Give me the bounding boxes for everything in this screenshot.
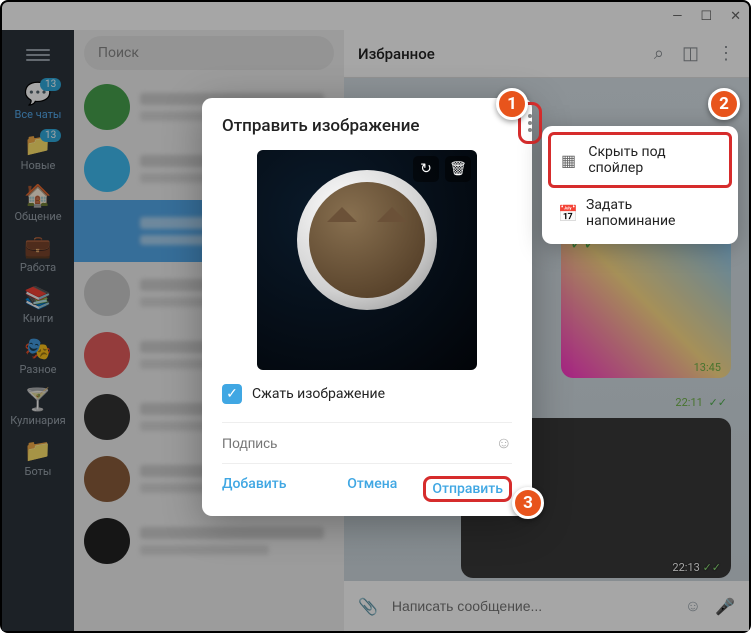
image-preview[interactable]: ↻ 🗑 xyxy=(257,150,477,370)
emoji-icon[interactable]: ☺ xyxy=(496,433,512,453)
checkbox-checked-icon[interactable]: ✓ xyxy=(222,384,242,404)
send-image-modal: Отправить изображение ↻ 🗑 ✓ Сжать изобра… xyxy=(202,98,532,516)
send-button[interactable]: Отправить xyxy=(423,476,512,502)
vertical-dots-icon xyxy=(528,114,532,132)
caption-input[interactable] xyxy=(222,435,496,451)
rotate-icon[interactable]: ↻ xyxy=(413,156,439,182)
cat-astronaut-image xyxy=(292,170,442,350)
delete-icon[interactable]: 🗑 xyxy=(445,156,471,182)
callout-3: 3 xyxy=(512,487,544,519)
add-button[interactable]: Добавить xyxy=(222,476,286,502)
compress-checkbox-row[interactable]: ✓ Сжать изображение xyxy=(222,384,512,404)
calendar-icon: 📅 xyxy=(558,204,576,223)
menu-item-spoiler[interactable]: ▦ Скрыть под спойлер xyxy=(548,132,732,188)
cancel-button[interactable]: Отмена xyxy=(347,476,397,502)
callout-1: 1 xyxy=(496,88,528,120)
callout-2: 2 xyxy=(708,88,740,120)
context-menu: ▦ Скрыть под спойлер 📅 Задать напоминани… xyxy=(542,126,738,244)
spoiler-icon: ▦ xyxy=(561,151,578,170)
menu-item-reminder[interactable]: 📅 Задать напоминание xyxy=(548,188,732,238)
modal-title: Отправить изображение xyxy=(222,116,512,136)
